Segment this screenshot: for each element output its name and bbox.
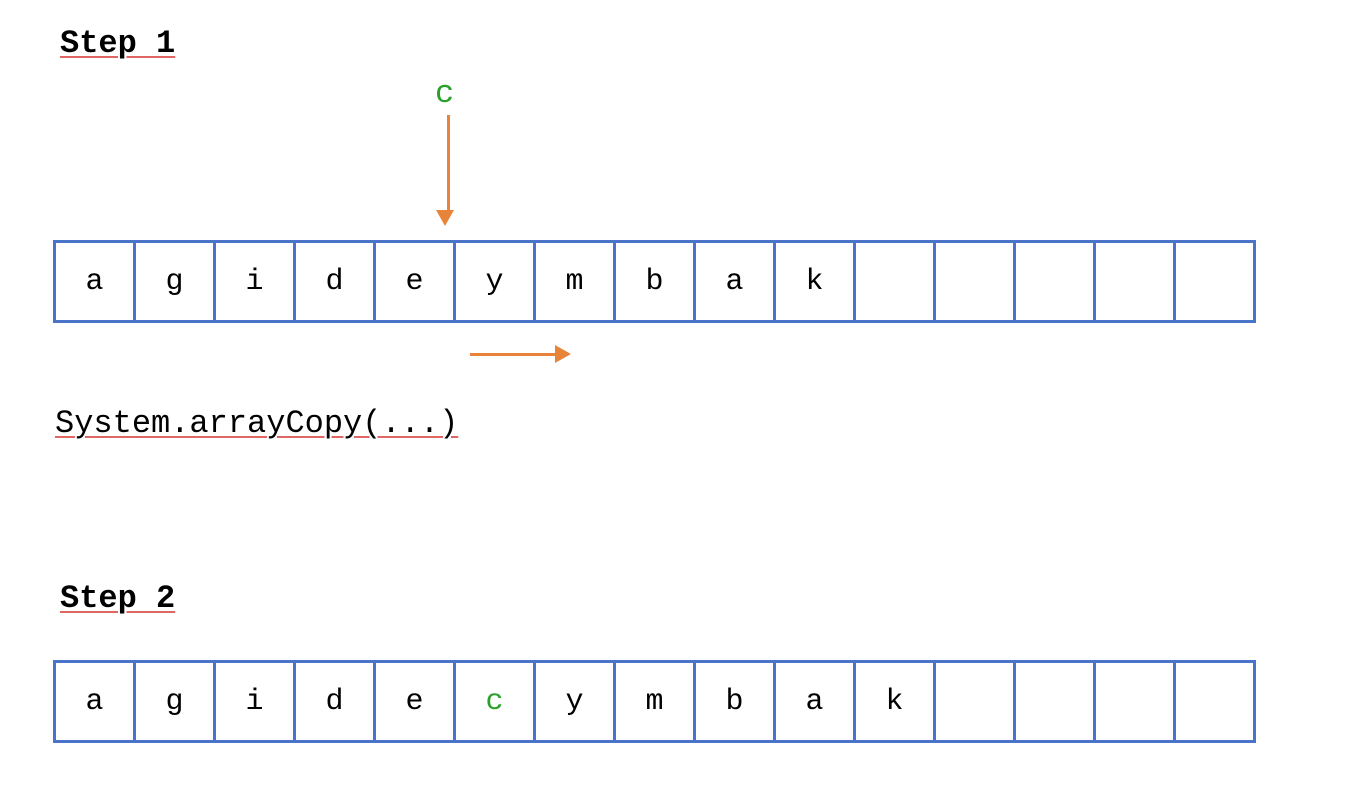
array-cell: b (613, 240, 696, 323)
array-cell: m (613, 660, 696, 743)
array-cell: a (693, 240, 776, 323)
shift-right-arrow-icon (470, 345, 571, 363)
array-cell: b (693, 660, 776, 743)
array-cell: k (853, 660, 936, 743)
array-cell (933, 660, 1016, 743)
array-cell: g (133, 240, 216, 323)
array-cell-inserted: c (453, 660, 536, 743)
array-cell: a (53, 660, 136, 743)
array-cell: y (533, 660, 616, 743)
down-arrow-icon (443, 115, 454, 226)
array-cell (1173, 660, 1256, 743)
array-cell: d (293, 660, 376, 743)
array-cell: g (133, 660, 216, 743)
step2-title: Step 2 (60, 580, 175, 617)
array-cell: i (213, 660, 296, 743)
array-cell (933, 240, 1016, 323)
array-cell (1093, 240, 1176, 323)
step1-array: a g i d e y m b a k (53, 240, 1256, 323)
array-cell: d (293, 240, 376, 323)
insert-char-label: c (435, 75, 454, 112)
array-cell: y (453, 240, 536, 323)
array-cell: e (373, 660, 456, 743)
array-cell: e (373, 240, 456, 323)
array-cell: k (773, 240, 856, 323)
array-cell (1093, 660, 1176, 743)
step2-array: a g i d e c y m b a k (53, 660, 1256, 743)
step1-title: Step 1 (60, 25, 175, 62)
array-cell: a (773, 660, 856, 743)
array-cell (1173, 240, 1256, 323)
array-cell (1013, 240, 1096, 323)
array-cell: a (53, 240, 136, 323)
step1-caption: System.arrayCopy(...) (55, 405, 458, 442)
array-cell: m (533, 240, 616, 323)
array-cell (1013, 660, 1096, 743)
array-cell (853, 240, 936, 323)
array-cell: i (213, 240, 296, 323)
